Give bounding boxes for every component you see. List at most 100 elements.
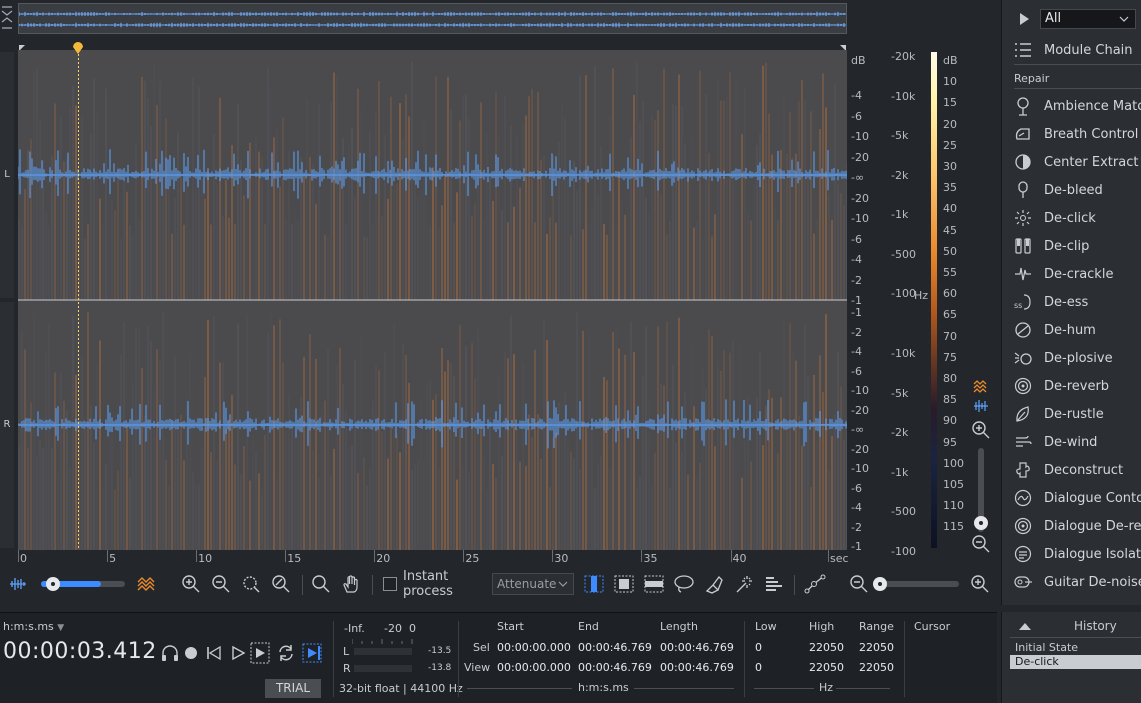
module-item-dialogue-de-reverb[interactable]: Dialogue De-reverb [1002,512,1141,540]
history-collapse-icon[interactable] [1018,620,1032,634]
record-button[interactable] [185,647,197,659]
module-item-label: De-hum [1044,322,1096,338]
time-selection-tool-icon[interactable] [582,570,606,598]
vertical-zoom-slider[interactable] [974,448,988,532]
frequency-selection-tool-icon[interactable] [642,570,666,598]
sel-length-field[interactable]: 00:00:46.769 [660,641,734,654]
waveform-overview[interactable] [18,3,847,34]
instant-process-checkbox[interactable] [380,570,400,598]
waveform-view-icon[interactable] [6,570,30,598]
lasso-tool-icon[interactable] [672,570,696,598]
harmonics-selection-icon[interactable] [762,570,786,598]
colorbar-tick-label: 80 [943,372,957,385]
loop-button[interactable] [276,643,296,666]
amplitude-frequency-scale: dB Hz -4 -6 -10 -20 -∞ -20 -10 -6 -4 -2 -1 -1 -2 -4 -… [847,50,928,558]
timeline-marker-bar[interactable] [18,42,847,51]
time-tick-label: 0 [20,552,27,565]
module-chain-button[interactable]: Module Chain [1002,36,1141,64]
horizontal-zoom-thumb[interactable] [873,577,887,591]
zoom-in-vertical-icon[interactable] [971,420,991,443]
module-filter-value: All [1045,11,1062,26]
sel-low-field[interactable]: 0 [755,641,762,654]
module-item-de-click[interactable]: De-click [1002,204,1141,232]
module-item-de-plosive[interactable]: De-plosive [1002,344,1141,372]
module-item-de-hum[interactable]: De-hum [1002,316,1141,344]
module-item-breath-control[interactable]: Breath Control [1002,120,1141,148]
db-tick-label: -1 [851,306,862,319]
zoom-out-vertical-icon[interactable] [971,534,991,557]
instant-process-mode-select[interactable]: Attenuate [492,573,574,595]
trial-badge[interactable]: TRIAL [265,679,321,698]
view-start-field[interactable]: 00:00:00.000 [497,661,571,674]
module-item-de-clip[interactable]: De-clip [1002,232,1141,260]
view-low-field[interactable]: 0 [755,661,762,674]
module-item-deconstruct[interactable]: Deconstruct [1002,456,1141,484]
module-item-center-extract[interactable]: Center Extract [1002,148,1141,176]
de-bleed-icon [1002,180,1044,200]
module-item-ambience-match[interactable]: Ambience Match [1002,92,1141,120]
time-format-selector[interactable]: h:m:s.ms ▼ [3,620,64,633]
view-end-field[interactable]: 00:00:46.769 [578,661,652,674]
dialogue-contour-icon [1002,488,1044,508]
module-item-de-rustle[interactable]: De-rustle [1002,400,1141,428]
module-item-de-ess[interactable]: ss De-ess [1002,288,1141,316]
play-selection-button[interactable] [250,642,270,667]
horizontal-zoom-slider[interactable] [872,570,960,598]
spectrogram-view-icon[interactable] [134,570,160,598]
blend-slider-thumb[interactable] [46,577,60,591]
module-filter-select[interactable]: All [1040,9,1136,29]
time-tick-label: 5 [109,552,117,565]
hz-tick-label: -2k [891,426,909,439]
hz-tick-label: -1k [891,208,909,221]
play-button[interactable] [230,645,246,664]
vertical-zoom-thumb[interactable] [974,516,988,530]
hz-tick-label: -500 [891,505,916,518]
horizontal-zoom-in-icon[interactable] [968,570,992,598]
module-item-de-wind[interactable]: De-wind [1002,428,1141,456]
magic-wand-tool-icon[interactable] [732,570,756,598]
monitor-headphones-icon[interactable] [160,644,180,665]
zoom-selection-icon[interactable] [238,570,264,598]
envelope-tool-icon[interactable] [802,570,828,598]
sel-start-field[interactable]: 00:00:00.000 [497,641,571,654]
sel-range-field[interactable]: 22050 [859,641,894,654]
spectrogram-mode-icon[interactable] [972,378,990,397]
spectrogram-view[interactable] [18,50,847,550]
play-module-icon[interactable] [1018,12,1030,29]
sel-high-field[interactable]: 22050 [809,641,844,654]
module-item-de-crackle[interactable]: De-crackle [1002,260,1141,288]
module-item-guitar-de-noise[interactable]: Guitar De-noise [1002,568,1141,596]
zoom-in-icon[interactable] [178,570,204,598]
ambience-match-icon [1002,96,1044,116]
module-item-label: De-wind [1044,434,1098,450]
zoom-out-icon[interactable] [208,570,234,598]
history-item[interactable]: De-click [1010,655,1141,669]
brush-tool-icon[interactable] [702,570,726,598]
hand-tool-icon[interactable] [338,570,364,598]
module-item-dialogue-contour[interactable]: Dialogue Contour [1002,484,1141,512]
playhead-handle[interactable] [72,40,84,54]
horizontal-zoom-out-icon[interactable] [848,570,870,598]
module-item-label: Center Extract [1044,154,1139,170]
scroll-follow-button[interactable] [302,643,322,666]
selection-start-header: Start [497,620,524,633]
zoom-tool-icon[interactable] [308,570,334,598]
waveform-mode-icon[interactable] [972,398,990,417]
db-tick-label: -4 [851,89,862,102]
module-item-de-reverb[interactable]: De-reverb [1002,372,1141,400]
sel-end-field[interactable]: 00:00:46.769 [578,641,652,654]
colorbar-tick-label: 95 [943,435,957,449]
module-item-dialogue-isolate[interactable]: Dialogue Isolate [1002,540,1141,568]
view-range-field[interactable]: 22050 [859,661,894,674]
right-channel-tab[interactable]: R [0,302,14,548]
view-high-field[interactable]: 22050 [809,661,844,674]
history-item[interactable]: Initial State [1010,641,1141,655]
zoom-fit-icon[interactable] [268,570,294,598]
waveform-spectrogram-blend-slider[interactable] [40,570,126,598]
go-to-start-button[interactable] [206,645,222,664]
view-length-field[interactable]: 00:00:46.769 [660,661,734,674]
left-channel-tab[interactable]: L [0,52,14,298]
overview-collapse-toggle[interactable] [0,4,14,32]
time-frequency-selection-tool-icon[interactable] [612,570,636,598]
module-item-de-bleed[interactable]: De-bleed [1002,176,1141,204]
